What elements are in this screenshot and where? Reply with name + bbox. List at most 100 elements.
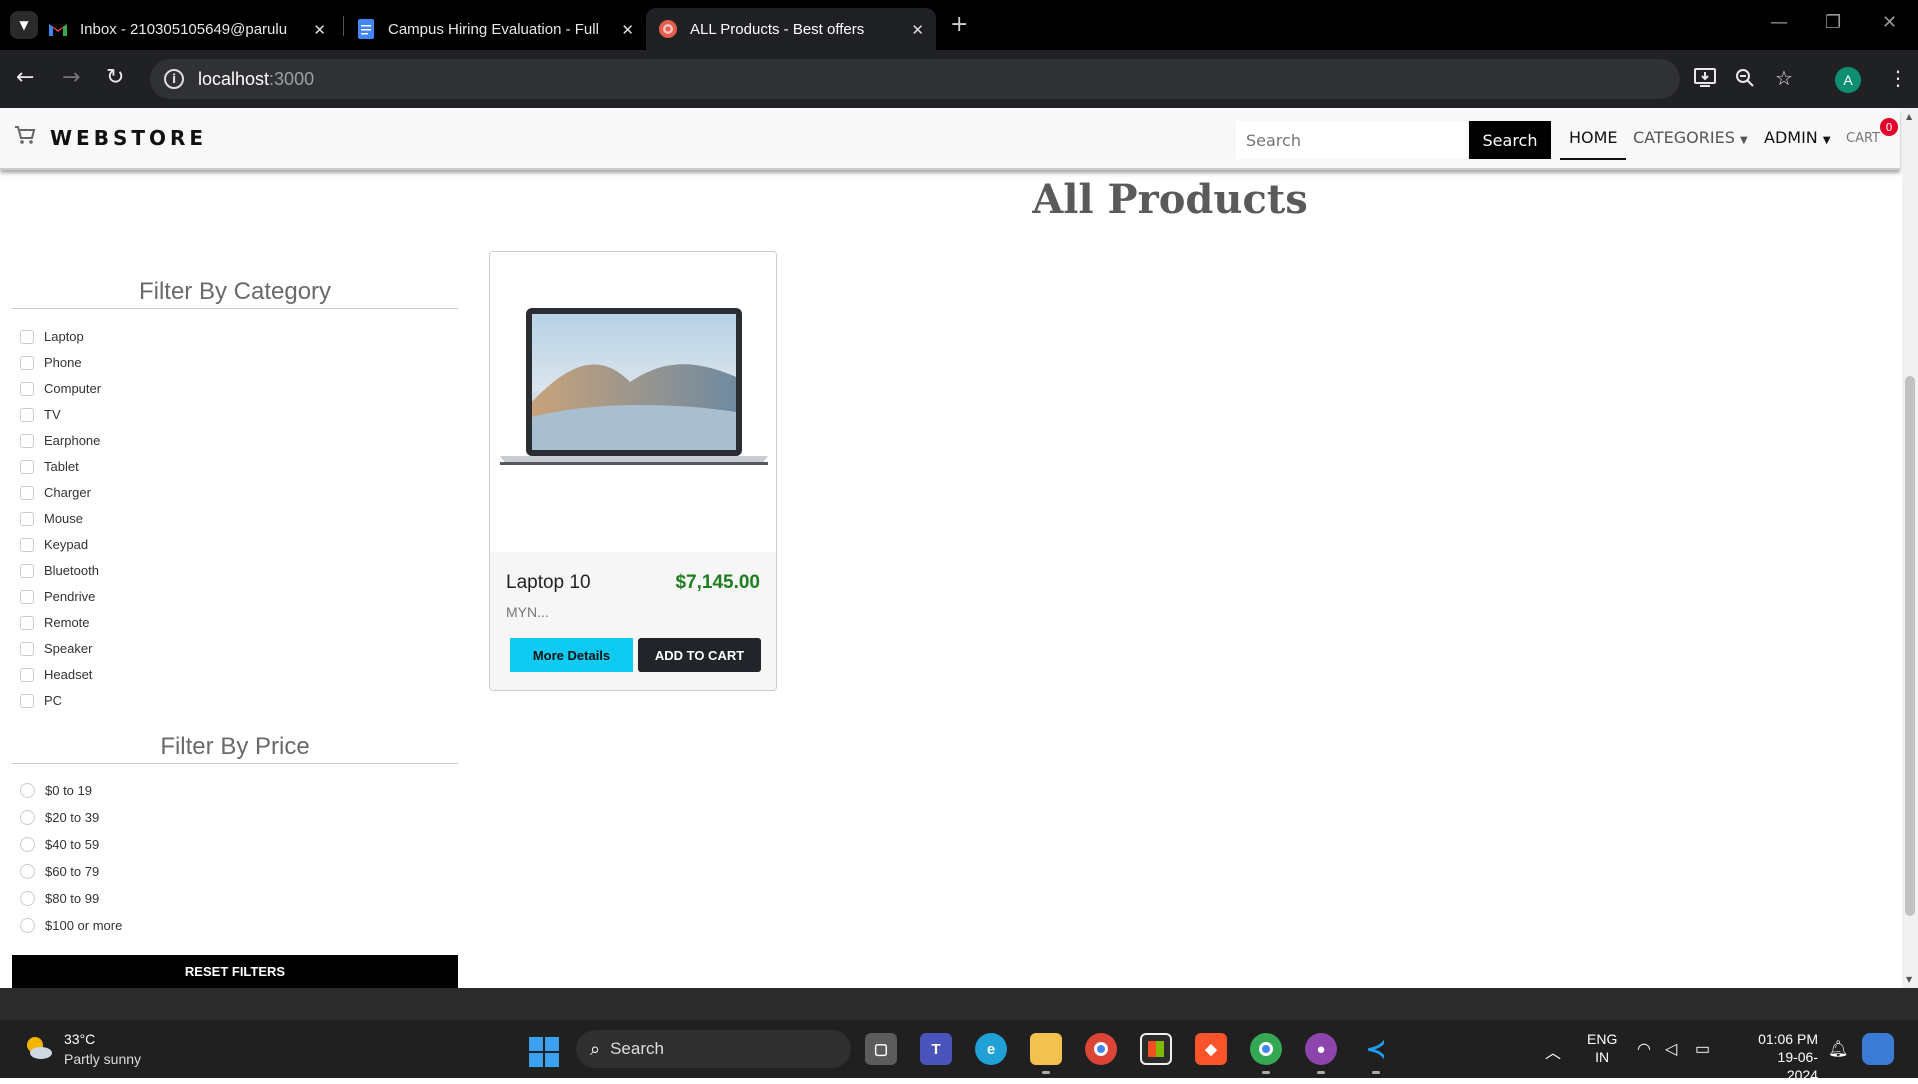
zoom-icon[interactable] [1735,68,1755,91]
nav-cart[interactable]: CART [1846,131,1880,146]
nav-admin[interactable]: ADMIN ▼ [1764,128,1831,147]
weather-description[interactable]: Partly sunny [64,1051,141,1067]
battery-icon[interactable]: ▭ [1695,1039,1710,1059]
checkbox[interactable] [20,459,34,474]
forward-icon[interactable]: → [62,67,80,89]
price-radio-row[interactable]: $0 to 19 [20,783,92,798]
checkbox[interactable] [20,433,34,448]
checkbox[interactable] [20,485,34,500]
radio-button[interactable] [20,918,35,933]
category-checkbox-row[interactable]: Tablet [20,459,79,474]
nav-home[interactable]: HOME [1569,128,1618,147]
weather-temperature[interactable]: 33°C [64,1031,95,1047]
tab-gmail[interactable]: Inbox - 210305105649@parulu ✕ [48,8,338,50]
category-checkbox-row[interactable]: TV [20,407,61,422]
price-radio-row[interactable]: $100 or more [20,918,122,933]
category-checkbox-row[interactable]: Speaker [20,641,92,656]
tab-products[interactable]: ALL Products - Best offers ✕ [646,8,936,50]
checkbox[interactable] [20,329,34,344]
checkbox[interactable] [20,407,34,422]
nav-categories[interactable]: CATEGORIES ▼ [1633,128,1748,147]
radio-button[interactable] [20,891,35,906]
windows-start-icon[interactable] [529,1037,559,1067]
price-radio-row[interactable]: $60 to 79 [20,864,99,879]
checkbox[interactable] [20,641,34,656]
reset-filters-button[interactable]: RESET FILTERS [12,955,458,988]
checkbox[interactable] [20,615,34,630]
site-info-icon[interactable]: i [164,69,184,89]
microsoft-store-icon[interactable] [1140,1033,1172,1065]
radio-button[interactable] [20,864,35,879]
category-checkbox-row[interactable]: Earphone [20,433,100,448]
vscode-icon[interactable]: ≺ [1360,1033,1392,1065]
checkbox[interactable] [20,693,34,708]
close-icon[interactable]: ✕ [621,21,634,39]
copilot-icon[interactable] [1862,1033,1894,1065]
edge-icon[interactable]: e [975,1033,1007,1065]
chrome-icon[interactable] [1085,1033,1117,1065]
chrome-profile-icon[interactable] [1250,1033,1282,1065]
teams-icon[interactable]: T [920,1033,952,1065]
checkbox[interactable] [20,563,34,578]
brand-link[interactable]: WEBSTORE [14,125,207,150]
price-radio-row[interactable]: $20 to 39 [20,810,99,825]
github-desktop-icon[interactable]: ● [1305,1033,1337,1065]
close-icon[interactable]: ✕ [911,21,924,39]
partly-sunny-icon[interactable] [22,1032,54,1064]
show-hidden-icons-icon[interactable]: ︿ [1545,1039,1561,1063]
category-checkbox-row[interactable]: Remote [20,615,90,630]
language-indicator[interactable]: ENG IN [1587,1030,1617,1066]
radio-button[interactable] [20,837,35,852]
notification-bell-icon[interactable]: 🔔︎ [1828,1039,1848,1059]
radio-button[interactable] [20,783,35,798]
volume-icon[interactable]: ◁ [1665,1039,1677,1059]
category-checkbox-row[interactable]: Phone [20,355,82,370]
more-details-button[interactable]: More Details [510,638,633,672]
checkbox[interactable] [20,589,34,604]
radio-button[interactable] [20,810,35,825]
price-radio-row[interactable]: $40 to 59 [20,837,99,852]
window-close-icon[interactable]: ✕ [1882,12,1897,33]
menu-kebab-icon[interactable]: ⋮ [1888,68,1908,88]
price-radio-row[interactable]: $80 to 99 [20,891,99,906]
page-title: All Products [1032,176,1308,223]
category-checkbox-row[interactable]: Bluetooth [20,563,99,578]
category-checkbox-row[interactable]: Charger [20,485,91,500]
category-checkbox-row[interactable]: Pendrive [20,589,95,604]
checkbox[interactable] [20,381,34,396]
minimize-icon[interactable]: — [1770,12,1788,33]
page-scrollbar[interactable]: ▲ ▼ [1902,108,1918,988]
reload-icon[interactable]: ↻ [106,67,124,89]
install-app-icon[interactable] [1694,68,1716,91]
checkbox[interactable] [20,511,34,526]
category-checkbox-row[interactable]: Mouse [20,511,83,526]
category-checkbox-row[interactable]: Headset [20,667,92,682]
system-clock[interactable]: 01:06 PM 19-06-2024 [1748,1030,1818,1084]
close-icon[interactable]: ✕ [313,21,326,39]
file-explorer-icon[interactable] [1030,1033,1062,1065]
search-button[interactable]: Search [1469,121,1551,159]
add-to-cart-button[interactable]: ADD TO CART [638,638,761,672]
category-checkbox-row[interactable]: PC [20,693,62,708]
new-tab-icon[interactable]: + [950,12,968,37]
address-bar[interactable]: i localhost:3000 [150,59,1680,99]
browser-toolbar: ← → ↻ i localhost:3000 ☆ A ⋮ [0,50,1918,108]
category-checkbox-row[interactable]: Laptop [20,329,84,344]
tab-docs[interactable]: Campus Hiring Evaluation - Full ✕ [356,8,646,50]
category-checkbox-row[interactable]: Computer [20,381,101,396]
checkbox[interactable] [20,667,34,682]
profile-avatar[interactable]: A [1835,67,1861,93]
taskbar-search[interactable]: ⌕ Search [576,1030,851,1068]
product-search-input[interactable] [1236,121,1466,159]
scrollbar-thumb[interactable] [1905,376,1915,916]
restore-icon[interactable]: ❐ [1825,12,1841,33]
task-view-icon[interactable]: ▢ [865,1033,897,1065]
bookmark-star-icon[interactable]: ☆ [1775,68,1793,88]
wifi-icon[interactable]: ◠ [1637,1039,1651,1059]
category-checkbox-row[interactable]: Keypad [20,537,88,552]
checkbox[interactable] [20,537,34,552]
checkbox[interactable] [20,355,34,370]
tab-search-button[interactable]: ▼ [10,11,38,39]
back-icon[interactable]: ← [16,67,34,89]
brave-icon[interactable]: ◆ [1195,1033,1227,1065]
